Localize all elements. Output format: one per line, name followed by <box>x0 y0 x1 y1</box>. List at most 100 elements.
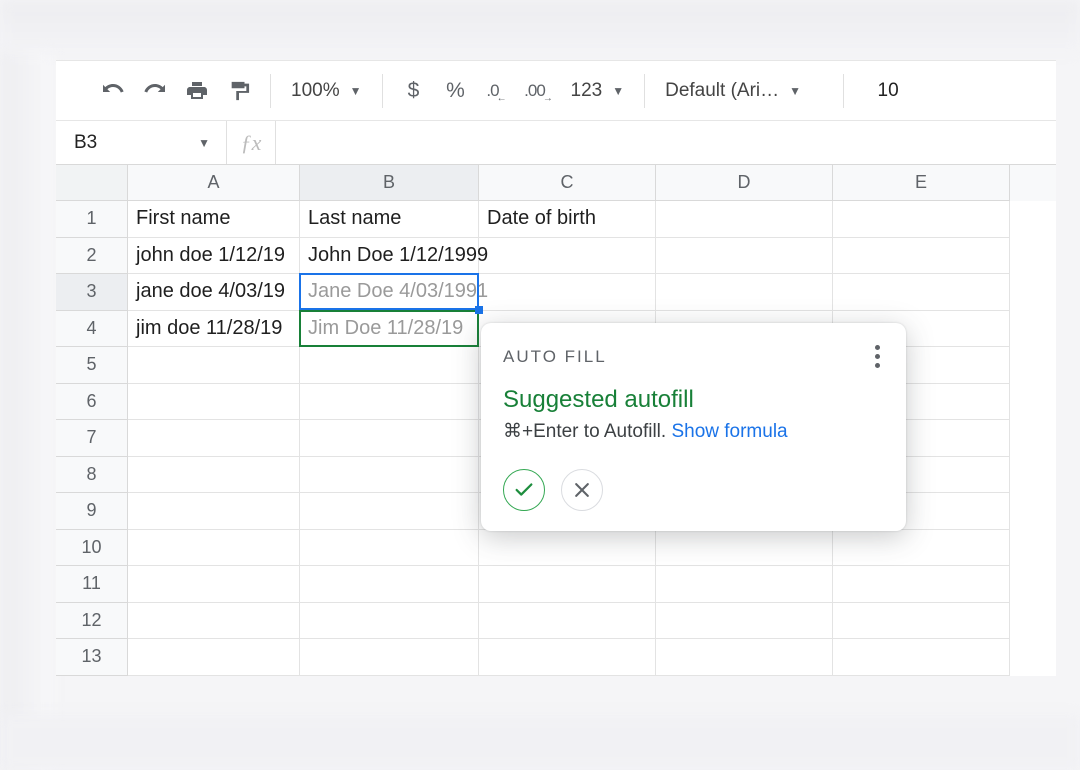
row-header[interactable]: 5 <box>56 347 128 384</box>
zoom-value: 100% <box>291 80 340 102</box>
increase-decimal-button[interactable]: .00→ <box>523 73 557 109</box>
cell[interactable] <box>833 603 1010 640</box>
cell[interactable] <box>300 530 479 567</box>
decrease-decimal-button[interactable]: .0← <box>481 73 515 109</box>
cell[interactable] <box>479 238 656 275</box>
autofill-popover: AUTO FILL Suggested autofill ⌘+Enter to … <box>481 323 906 531</box>
row-header[interactable]: 10 <box>56 530 128 567</box>
cell[interactable] <box>300 384 479 421</box>
dropdown-caret-icon: ▼ <box>612 84 624 98</box>
cell[interactable]: Jim Doe 11/28/19 <box>300 311 479 348</box>
paint-format-button[interactable] <box>222 73 256 109</box>
cell[interactable]: First name <box>128 201 300 238</box>
table-row: 2 john doe 1/12/19 John Doe 1/12/1999 <box>56 238 1056 275</box>
zoom-dropdown[interactable]: 100% ▼ <box>285 80 368 102</box>
cell[interactable]: jane doe 4/03/19 <box>128 274 300 311</box>
cell[interactable] <box>300 457 479 494</box>
cell[interactable] <box>479 566 656 603</box>
cell[interactable] <box>656 201 833 238</box>
cell[interactable] <box>128 530 300 567</box>
show-formula-link[interactable]: Show formula <box>671 421 787 442</box>
row-header[interactable]: 8 <box>56 457 128 494</box>
cell[interactable] <box>128 347 300 384</box>
undo-button[interactable] <box>96 73 130 109</box>
more-formats-dropdown[interactable]: 123 ▼ <box>565 80 631 102</box>
select-all-corner[interactable] <box>56 165 128 201</box>
cell[interactable] <box>128 457 300 494</box>
cell[interactable] <box>479 639 656 676</box>
row-header[interactable]: 1 <box>56 201 128 238</box>
cell[interactable] <box>128 603 300 640</box>
percent-format-button[interactable]: % <box>439 73 473 109</box>
cell[interactable] <box>479 530 656 567</box>
currency-format-button[interactable]: $ <box>397 73 431 109</box>
column-header[interactable]: B <box>300 165 479 201</box>
cell[interactable] <box>300 639 479 676</box>
grid: A B C D E 1 First name Last name Date of… <box>56 165 1056 676</box>
cell[interactable] <box>128 639 300 676</box>
cell[interactable] <box>656 566 833 603</box>
reject-autofill-button[interactable] <box>561 469 603 511</box>
dropdown-caret-icon: ▼ <box>789 84 801 98</box>
cell[interactable] <box>833 566 1010 603</box>
table-row: 11 <box>56 566 1056 603</box>
cell[interactable] <box>300 420 479 457</box>
dot-icon <box>875 354 880 359</box>
row-header[interactable]: 6 <box>56 384 128 421</box>
row-header[interactable]: 13 <box>56 639 128 676</box>
more-options-button[interactable] <box>871 341 884 372</box>
table-row: 13 <box>56 639 1056 676</box>
cell[interactable]: Jane Doe 4/03/1991 <box>300 274 479 311</box>
cell[interactable] <box>656 639 833 676</box>
cell[interactable] <box>300 566 479 603</box>
row-header[interactable]: 4 <box>56 311 128 348</box>
fill-handle[interactable] <box>475 306 483 314</box>
cell[interactable] <box>479 274 656 311</box>
cell[interactable] <box>300 603 479 640</box>
cell[interactable]: Date of birth <box>479 201 656 238</box>
cell[interactable]: Last name <box>300 201 479 238</box>
cell[interactable] <box>833 274 1010 311</box>
cell[interactable] <box>300 347 479 384</box>
font-size-input[interactable]: 10 <box>858 80 918 102</box>
name-box[interactable]: B3 ▼ <box>56 132 226 154</box>
row-header[interactable]: 9 <box>56 493 128 530</box>
row-header[interactable]: 12 <box>56 603 128 640</box>
column-header-row: A B C D E <box>56 165 1056 201</box>
font-family-dropdown[interactable]: Default (Ari… ▼ <box>659 80 829 102</box>
row-header[interactable]: 11 <box>56 566 128 603</box>
cell[interactable]: John Doe 1/12/1999 <box>300 238 479 275</box>
autofill-header: AUTO FILL <box>503 347 607 367</box>
cell[interactable] <box>128 420 300 457</box>
cell[interactable] <box>833 530 1010 567</box>
cell[interactable] <box>833 639 1010 676</box>
table-row: 10 <box>56 530 1056 567</box>
redo-button[interactable] <box>138 73 172 109</box>
cell[interactable] <box>656 603 833 640</box>
row-header[interactable]: 3 <box>56 274 128 311</box>
cell[interactable] <box>128 493 300 530</box>
format-123-label: 123 <box>571 80 603 102</box>
cell[interactable] <box>833 201 1010 238</box>
accept-autofill-button[interactable] <box>503 469 545 511</box>
cell[interactable] <box>833 238 1010 275</box>
cell[interactable] <box>656 274 833 311</box>
column-header[interactable]: A <box>128 165 300 201</box>
cell[interactable] <box>656 238 833 275</box>
cell[interactable] <box>656 530 833 567</box>
table-row: 1 First name Last name Date of birth <box>56 201 1056 238</box>
print-button[interactable] <box>180 73 214 109</box>
cell[interactable] <box>128 384 300 421</box>
column-header[interactable]: D <box>656 165 833 201</box>
cell[interactable]: john doe 1/12/19 <box>128 238 300 275</box>
cell[interactable] <box>479 603 656 640</box>
cell[interactable]: jim doe 11/28/19 <box>128 311 300 348</box>
row-header[interactable]: 7 <box>56 420 128 457</box>
dot-icon <box>875 363 880 368</box>
cell[interactable] <box>300 493 479 530</box>
cell[interactable] <box>128 566 300 603</box>
row-header[interactable]: 2 <box>56 238 128 275</box>
column-header[interactable]: C <box>479 165 656 201</box>
toolbar: 100% ▼ $ % .0← .00→ 123 ▼ Default (Ari… … <box>56 61 1056 121</box>
column-header[interactable]: E <box>833 165 1010 201</box>
